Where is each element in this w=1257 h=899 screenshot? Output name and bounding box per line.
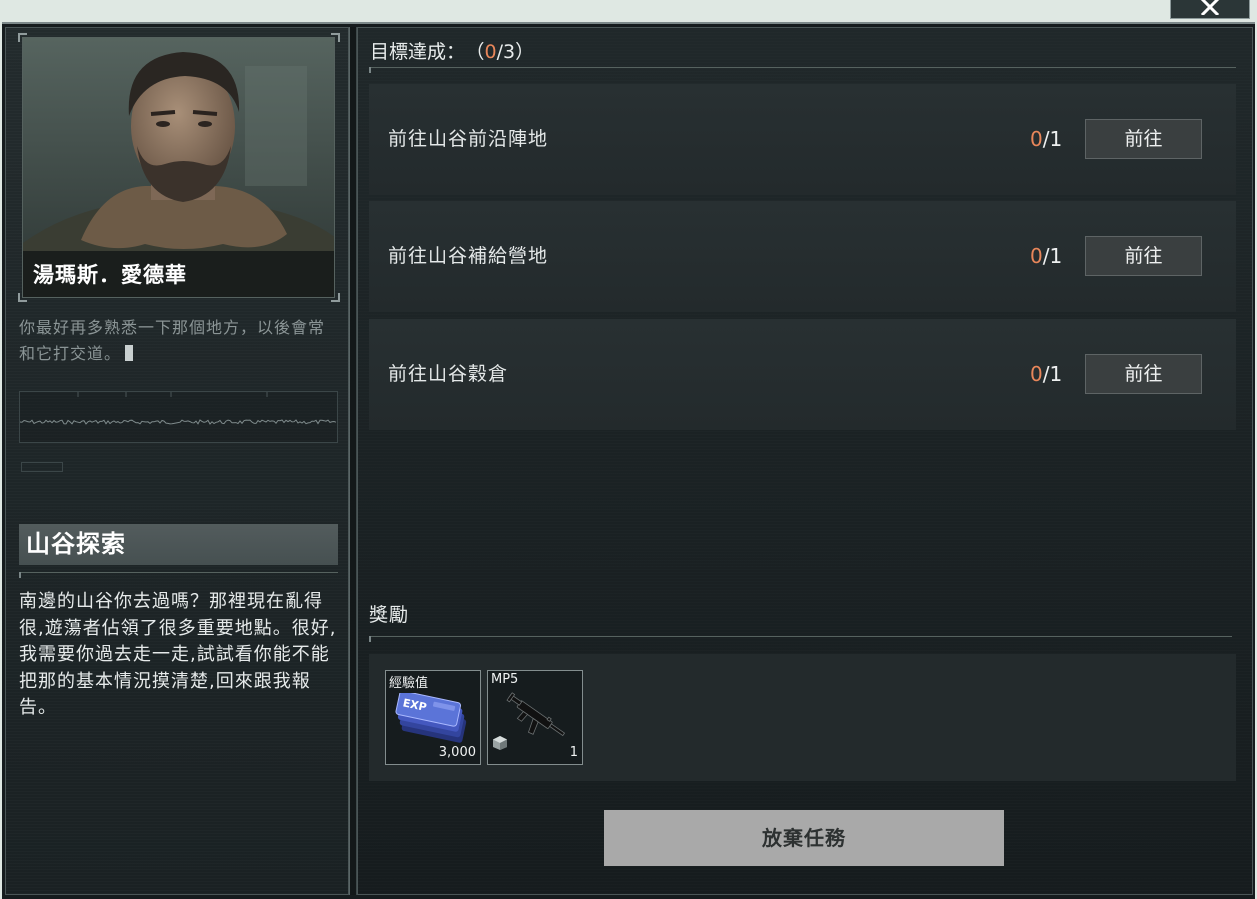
decorative-box bbox=[21, 462, 63, 472]
go-button[interactable]: 前往 bbox=[1085, 354, 1202, 394]
npc-dialogue: 你最好再多熟悉一下那個地方，以後會常 和它打交道。 bbox=[19, 315, 325, 367]
objective-label: 前往山谷穀倉 bbox=[388, 363, 509, 385]
close-icon bbox=[1199, 0, 1221, 19]
reward-item-amount: 3,000 bbox=[438, 745, 476, 760]
reward-item-amount: 1 bbox=[569, 745, 578, 760]
objectives-label: 目標達成： bbox=[370, 41, 466, 63]
objective-row: 前往山谷穀倉 0/1 前往 bbox=[369, 319, 1236, 430]
objectives-header: 目標達成： （0/3） bbox=[370, 40, 534, 64]
objective-current: 0 bbox=[1030, 244, 1043, 268]
summary-open: （ bbox=[475, 41, 485, 63]
npc-name: 湯瑪斯．愛德華 bbox=[33, 263, 187, 287]
objectives-summary: （0/3） bbox=[475, 41, 534, 63]
reward-item-label: 經驗值 bbox=[389, 676, 429, 691]
description-line: 把那的基本情況摸清楚,回來跟我報 bbox=[19, 670, 311, 692]
divider-line bbox=[369, 67, 1236, 68]
close-button[interactable] bbox=[1170, 0, 1250, 19]
quest-description: 南邊的山谷你去過嗎？那裡現在亂得 很,遊蕩者佔領了很多重要地點。很好, 我需要你… bbox=[19, 589, 336, 722]
panel-divider bbox=[349, 27, 357, 895]
abandon-quest-button[interactable]: 放棄任務 bbox=[604, 810, 1004, 866]
objective-current: 0 bbox=[1030, 127, 1043, 151]
objective-required: /1 bbox=[1042, 244, 1063, 268]
summary-close: ） bbox=[515, 41, 535, 63]
description-line: 很,遊蕩者佔領了很多重要地點。很好, bbox=[19, 617, 337, 639]
objective-progress: 0/1 bbox=[1030, 319, 1062, 430]
description-line: 南邊的山谷你去過嗎？那裡現在亂得 bbox=[19, 591, 323, 612]
divider-tick bbox=[369, 636, 371, 642]
objective-current: 0 bbox=[1030, 362, 1043, 386]
go-button[interactable]: 前往 bbox=[1085, 236, 1202, 276]
objective-required: /1 bbox=[1042, 362, 1063, 386]
objective-row: 前往山谷前沿陣地 0/1 前往 bbox=[369, 84, 1236, 195]
name-band: 湯瑪斯．愛德華 bbox=[23, 251, 334, 297]
divider-tick bbox=[19, 572, 21, 578]
objective-progress: 0/1 bbox=[1030, 201, 1062, 312]
description-line: 我需要你過去走一走,試試看你能不能 bbox=[19, 644, 330, 665]
divider-line bbox=[19, 572, 338, 573]
summary-done: 0 bbox=[484, 41, 497, 63]
divider-tick bbox=[369, 67, 371, 73]
objective-row: 前往山谷補給營地 0/1 前往 bbox=[369, 201, 1236, 312]
go-button[interactable]: 前往 bbox=[1085, 119, 1202, 159]
divider-line bbox=[369, 636, 1232, 637]
reward-item-mp5[interactable]: MP5 1 bbox=[487, 670, 583, 765]
objective-required: /1 bbox=[1042, 127, 1063, 151]
summary-total: /3 bbox=[496, 41, 516, 63]
quest-title-band: 山谷探索 bbox=[19, 524, 338, 565]
objective-label: 前往山谷補給營地 bbox=[388, 245, 549, 267]
dialogue-line: 你最好再多熟悉一下那個地方，以後會常 bbox=[19, 318, 326, 337]
objective-progress: 0/1 bbox=[1030, 84, 1062, 195]
typing-cursor bbox=[125, 345, 134, 361]
dialogue-line: 和它打交道。 bbox=[19, 344, 122, 363]
quest-title: 山谷探索 bbox=[26, 530, 126, 558]
objective-label: 前往山谷前沿陣地 bbox=[388, 128, 549, 150]
reward-item-exp[interactable]: 經驗值 EXP 3,000 bbox=[385, 670, 481, 765]
reward-item-label: MP5 bbox=[491, 672, 519, 687]
exp-ticket-icon: EXP bbox=[394, 690, 474, 751]
dialogue-line-last: 和它打交道。 bbox=[19, 341, 325, 367]
rewards-label: 獎勵 bbox=[369, 604, 410, 626]
box-icon bbox=[492, 735, 508, 755]
signal-waveform bbox=[19, 391, 338, 443]
npc-portrait: 湯瑪斯．愛德華 bbox=[22, 37, 335, 298]
description-line: 告。 bbox=[19, 697, 57, 718]
mp5-smg-icon bbox=[500, 687, 572, 753]
